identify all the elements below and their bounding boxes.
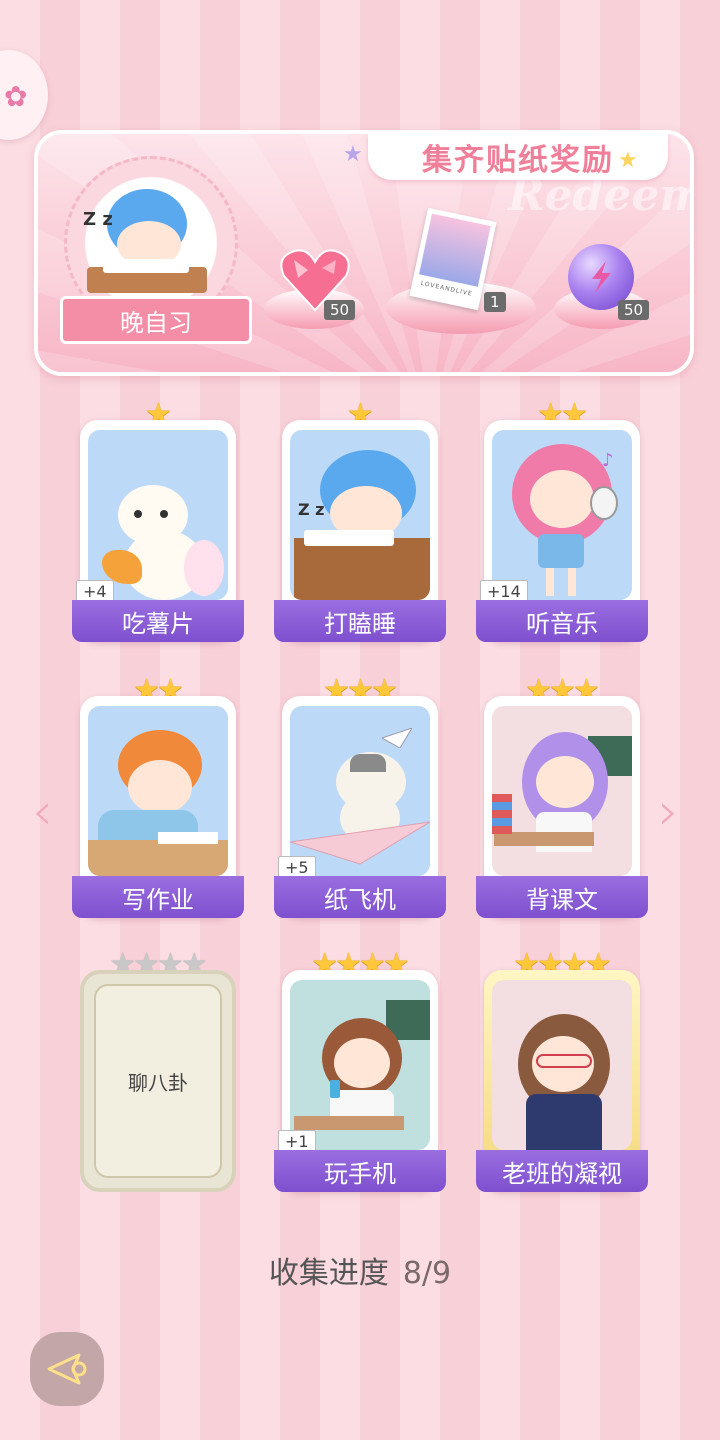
glasses-icon [536, 1054, 592, 1068]
card-gossip-locked[interactable]: ★★★★ 聊八卦 [74, 948, 240, 1200]
back-arrow-icon [47, 1353, 87, 1385]
card-art: ♪ [492, 430, 632, 600]
reward-qty-3: 50 [618, 300, 650, 320]
phone-icon [330, 1080, 340, 1098]
avatar-label: 晚自习 [60, 296, 252, 344]
side-menu-button[interactable]: ✿ [0, 50, 48, 140]
card-frame: 聊八卦 [80, 970, 236, 1192]
card-label: 听音乐 [476, 600, 648, 642]
reward-qty-1: 50 [324, 300, 356, 320]
card-frame: 老班的凝视 [476, 970, 648, 1192]
card-frame: 背课文 [476, 696, 648, 918]
card-frame: ♪ +14 听音乐 [476, 420, 648, 642]
card-label: 聊八卦 [94, 984, 222, 1178]
paper-plane-icon [382, 728, 412, 748]
card-frame: Z z 打瞌睡 [274, 420, 446, 642]
zzz-icon: Z z [83, 209, 113, 230]
card-art [88, 430, 228, 600]
card-label: 纸飞机 [274, 876, 446, 918]
card-art [492, 980, 632, 1150]
card-music[interactable]: ★★ ♪ +14 听音乐 [476, 398, 648, 650]
fan-icon: ✿ [4, 80, 28, 113]
card-teacher-stare[interactable]: ★★★★ 老班的凝视 [476, 948, 648, 1200]
card-frame: +5 纸飞机 [274, 696, 446, 918]
card-label: 打瞌睡 [274, 600, 446, 642]
card-art [88, 706, 228, 876]
card-art: Z z [290, 430, 430, 600]
card-phone[interactable]: ★★★★ +1 玩手机 [274, 948, 446, 1200]
card-paper-plane[interactable]: ★★★ +5 纸飞机 [274, 674, 446, 926]
card-art [290, 980, 430, 1150]
card-doze[interactable]: ★ Z z 打瞌睡 [274, 398, 446, 650]
card-chips[interactable]: ★ +4 吃薯片 [72, 398, 244, 650]
card-label: 老班的凝视 [476, 1150, 648, 1192]
progress-label: 收集进度 [268, 1256, 389, 1291]
card-recite[interactable]: ★★★ 背课文 [476, 674, 648, 926]
card-art [492, 706, 632, 876]
prev-page-arrow[interactable]: ‹ [32, 782, 53, 842]
card-frame: 写作业 [72, 696, 244, 918]
progress-value: 8/9 [402, 1256, 452, 1291]
collection-progress: 收集进度 8/9 [0, 1248, 720, 1292]
music-note-icon: ♪ [602, 450, 614, 471]
purple-star-icon: ★ [343, 142, 363, 167]
card-label: 吃薯片 [72, 600, 244, 642]
card-homework[interactable]: ★★ 写作业 [72, 674, 244, 926]
card-frame: +4 吃薯片 [72, 420, 244, 642]
next-page-arrow[interactable]: › [658, 782, 679, 842]
card-art [290, 706, 430, 876]
reward-banner: Redeem ★ 集齐贴纸奖励 ★ Z z 晚自习 50 LOVEANDLIVE… [34, 130, 694, 376]
reward-qty-2: 1 [484, 292, 506, 312]
card-label: 背课文 [476, 876, 648, 918]
card-label: 玩手机 [274, 1150, 446, 1192]
back-button[interactable] [30, 1332, 104, 1406]
card-frame: +1 玩手机 [274, 970, 446, 1192]
zzz-icon: Z z [298, 500, 325, 519]
card-label: 写作业 [72, 876, 244, 918]
yellow-star-icon: ★ [618, 148, 638, 173]
